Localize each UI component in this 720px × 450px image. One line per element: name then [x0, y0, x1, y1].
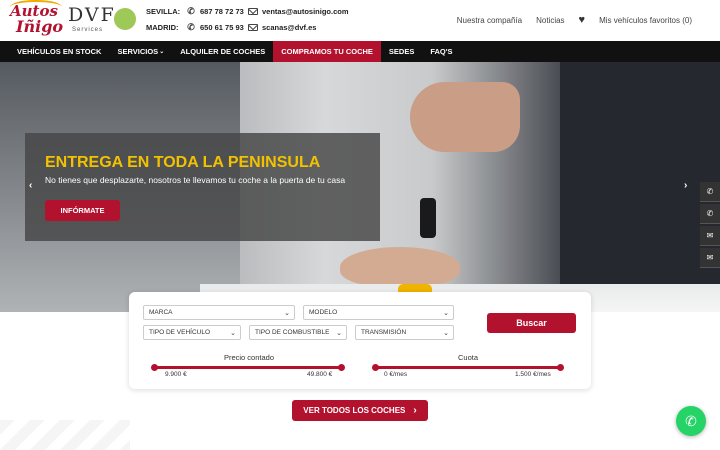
- hero-bg-arm: [560, 62, 720, 312]
- phone-icon: ✆: [706, 209, 714, 218]
- phone-link[interactable]: 687 78 72 73: [200, 7, 248, 16]
- logo-dvf-text: DVF: [68, 4, 116, 26]
- slide-title: ENTREGA EN TODA LA PENINSULA: [45, 154, 321, 171]
- tipo-vehiculo-select[interactable]: TIPO DE VEHÍCULO ⌄: [143, 325, 241, 340]
- side-phone-button[interactable]: ✆: [700, 204, 720, 224]
- modelo-select[interactable]: MODELO ⌄: [303, 305, 454, 320]
- chevron-down-icon: ⌄: [443, 330, 449, 337]
- hero-hand-image: [410, 82, 520, 152]
- nav-item-compramos[interactable]: COMPRAMOS TU COCHE: [273, 41, 381, 62]
- phone-icon: ✆: [187, 22, 195, 32]
- precio-slider[interactable]: [151, 364, 345, 371]
- cuota-slider[interactable]: [372, 364, 564, 371]
- city-label: SEVILLA:: [146, 6, 181, 16]
- logo-services-text: Services: [72, 27, 104, 33]
- email-icon: [248, 7, 258, 15]
- car-key-image: [420, 198, 436, 238]
- side-email-button[interactable]: ✉: [700, 226, 720, 246]
- precio-max-value: 49.800 €: [307, 371, 333, 378]
- select-value: TIPO DE VEHÍCULO: [149, 329, 211, 336]
- cuota-label: Cuota: [457, 353, 478, 362]
- nav-item-sedes[interactable]: SEDES: [381, 41, 422, 62]
- email-icon: ✉: [706, 253, 714, 262]
- slide-subtitle: No tienes que desplazarte, nosotros te l…: [45, 175, 346, 185]
- side-phone-button[interactable]: ✆: [700, 182, 720, 202]
- decorative-pattern: [0, 420, 130, 450]
- chevron-down-icon: ⌄: [159, 49, 165, 55]
- email-link[interactable]: scanas@dvf.es: [262, 23, 316, 32]
- select-value: MARCA: [149, 309, 173, 316]
- precio-min-value: 9.900 €: [165, 371, 187, 378]
- slider-prev-icon[interactable]: ‹: [29, 180, 32, 191]
- phone-icon: ✆: [706, 187, 714, 196]
- precio-label: Precio contado: [223, 353, 275, 362]
- hero-open-hand-image: [340, 247, 460, 287]
- chevron-down-icon: ⌄: [284, 310, 290, 317]
- hero-slider: ENTREGA EN TODA LA PENINSULA No tienes q…: [0, 62, 720, 312]
- heart-icon: ♥: [578, 14, 586, 26]
- email-link[interactable]: ventas@autosinigo.com: [262, 7, 349, 16]
- favorites-label: Mis vehículos favoritos (0): [599, 15, 692, 25]
- nav-item-alquiler[interactable]: ALQUILER DE COCHES: [172, 41, 273, 62]
- precio-min-handle[interactable]: [151, 364, 158, 371]
- phone-link[interactable]: 650 61 75 93: [200, 23, 248, 32]
- company-link[interactable]: Nuestra compañía: [457, 16, 522, 25]
- cuota-max-handle[interactable]: [557, 364, 564, 371]
- favorites-link[interactable]: ♥ Mis vehículos favoritos (0): [579, 14, 706, 26]
- select-value: TRANSMISIÓN: [361, 329, 407, 336]
- nav-item-stock[interactable]: VEHÍCULOS EN STOCK: [0, 41, 109, 62]
- precio-max-handle[interactable]: [338, 364, 345, 371]
- logo-inigo-text: Iñigo: [16, 17, 64, 36]
- informate-button[interactable]: INFÓRMATE: [45, 200, 120, 221]
- news-link[interactable]: Noticias: [536, 16, 564, 25]
- email-icon: [248, 23, 258, 31]
- main-nav: VEHÍCULOS EN STOCK SERVICIOS ⌄ ALQUILER D…: [0, 41, 720, 62]
- top-header: Autos Iñigo DVF Services SEVILLA: ✆ 687 …: [0, 0, 720, 41]
- cuota-max-value: 1.500 €/mes: [515, 371, 551, 378]
- ver-todos-button[interactable]: VER TODOS LOS COCHES ›: [292, 400, 428, 421]
- chevron-down-icon: ⌄: [336, 330, 342, 337]
- select-value: TIPO DE COMBUSTIBLE: [255, 329, 330, 336]
- contact-row-sevilla: SEVILLA: ✆ 687 78 72 73 ventas@autosinig…: [146, 6, 349, 16]
- select-value: MODELO: [309, 309, 338, 316]
- cuota-min-value: 0 €/mes: [384, 371, 408, 378]
- phone-icon: ✆: [187, 6, 195, 16]
- tipo-combustible-select[interactable]: TIPO DE COMBUSTIBLE ⌄: [249, 325, 347, 340]
- search-panel: MARCA ⌄ MODELO ⌄ Buscar TIPO DE VEHÍCULO ⌄ …: [129, 292, 591, 389]
- slide-caption: ENTREGA EN TODA LA PENINSULA No tienes q…: [25, 133, 380, 241]
- chevron-down-icon: ⌄: [230, 330, 236, 337]
- site-logo[interactable]: Autos Iñigo DVF Services: [10, 0, 136, 38]
- slider-next-icon[interactable]: ›: [684, 180, 687, 191]
- email-icon: ✉: [706, 231, 714, 240]
- chevron-down-icon: ⌄: [443, 310, 449, 317]
- whatsapp-icon[interactable]: ✆: [676, 406, 706, 436]
- nav-item-servicios[interactable]: SERVICIOS ⌄: [109, 41, 172, 62]
- ver-todos-label: VER TODOS LOS COCHES: [303, 406, 406, 415]
- logo-dvf-circle: [114, 8, 136, 30]
- top-links: Nuestra compañía Noticias ♥ Mis vehículo…: [457, 14, 720, 26]
- nav-item-faqs[interactable]: FAQ'S: [422, 41, 460, 62]
- search-button[interactable]: Buscar: [487, 313, 576, 333]
- cuota-min-handle[interactable]: [372, 364, 379, 371]
- nav-item-label: SERVICIOS: [117, 47, 159, 56]
- transmision-select[interactable]: TRANSMISIÓN ⌄: [355, 325, 454, 340]
- city-label: MADRID:: [146, 22, 179, 32]
- chevron-right-icon: ›: [413, 405, 417, 416]
- marca-select[interactable]: MARCA ⌄: [143, 305, 295, 320]
- contact-row-madrid: MADRID: ✆ 650 61 75 93 scanas@dvf.es: [146, 22, 316, 32]
- side-email-button[interactable]: ✉: [700, 248, 720, 268]
